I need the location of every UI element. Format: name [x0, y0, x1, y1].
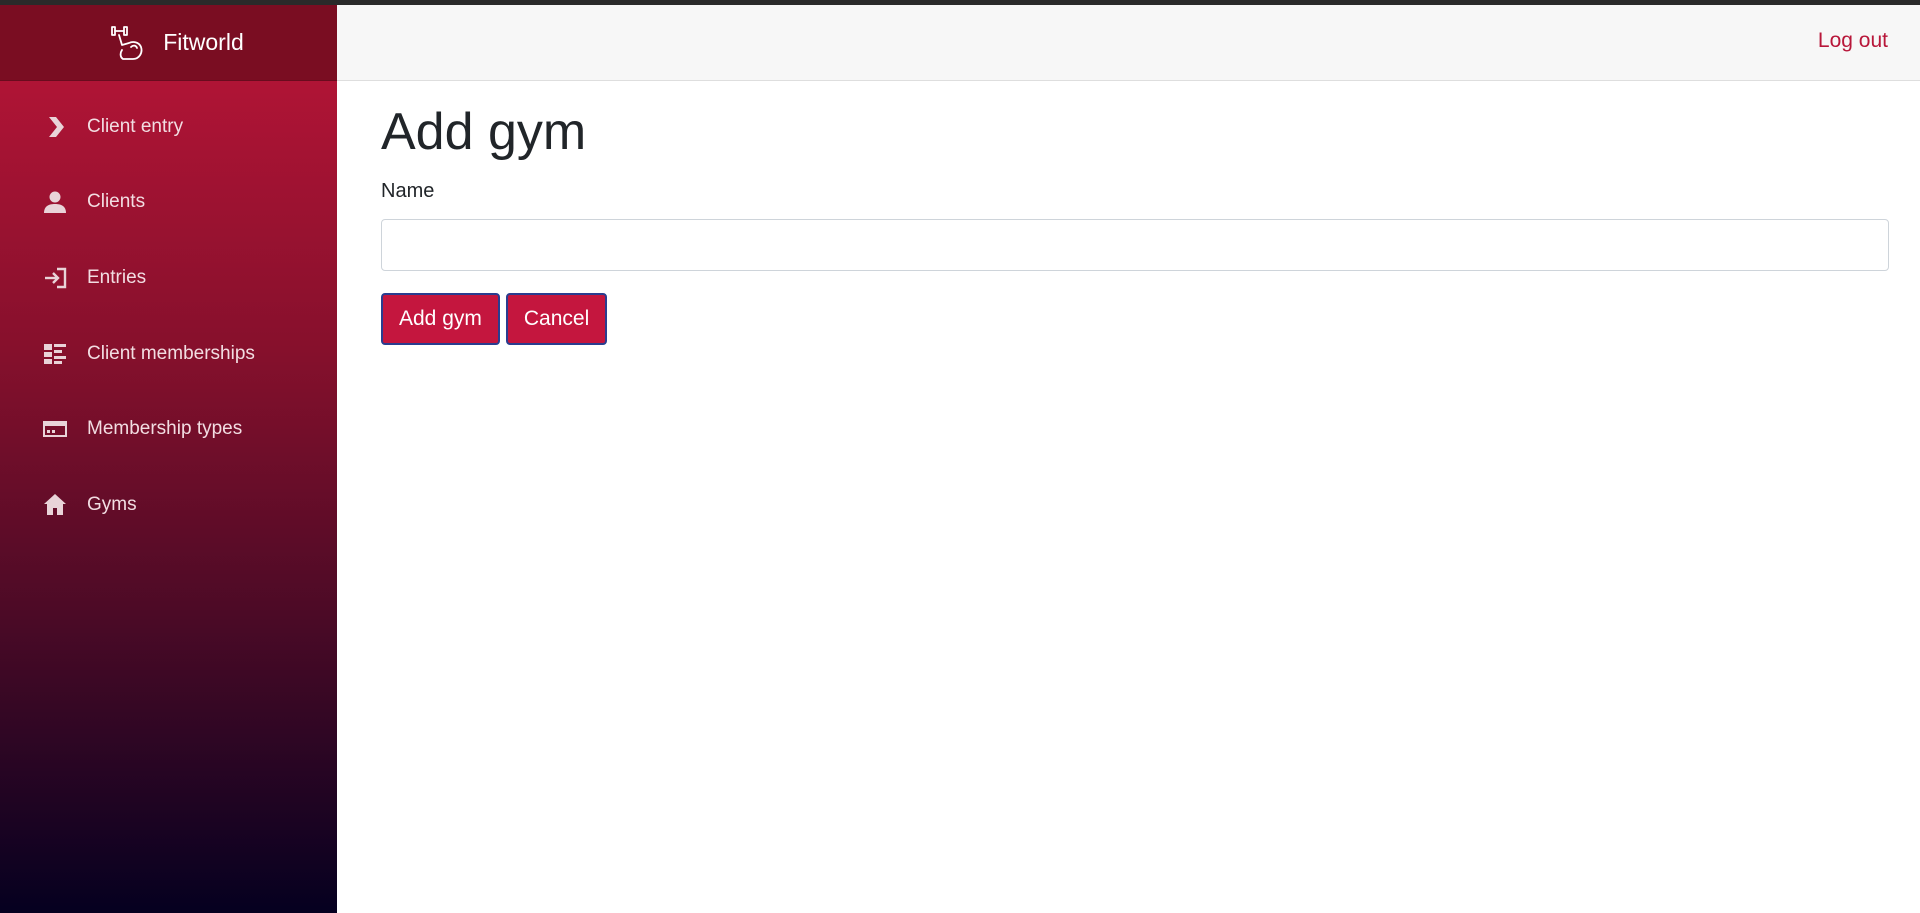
card-icon — [42, 416, 68, 442]
sidebar: Fitworld Client entry Clients Entries Cl… — [0, 5, 337, 913]
sidebar-item-label: Gyms — [87, 493, 137, 515]
page-title: Add gym — [381, 103, 587, 161]
sidebar-item-entries[interactable]: Entries — [0, 240, 337, 316]
dashboard-list-icon — [42, 341, 68, 367]
sidebar-item-label: Client entry — [87, 115, 184, 137]
top-header: Log out — [337, 5, 1920, 81]
logout-link[interactable]: Log out — [1818, 29, 1888, 53]
name-label: Name — [381, 180, 435, 203]
brand-name: Fitworld — [163, 29, 244, 55]
sidebar-item-client-memberships[interactable]: Client memberships — [0, 316, 337, 392]
form-actions: Add gym Cancel — [381, 293, 1889, 346]
home-icon — [42, 492, 68, 518]
name-input[interactable] — [381, 219, 1889, 272]
main-content: Add gym Name Add gym Cancel — [381, 81, 1889, 346]
sidebar-item-label: Entries — [87, 266, 147, 288]
login-icon — [42, 265, 68, 291]
sidebar-item-clients[interactable]: Clients — [0, 165, 337, 241]
add-gym-button[interactable]: Add gym — [381, 293, 500, 346]
sidebar-item-label: Clients — [87, 191, 146, 213]
brand[interactable]: Fitworld — [0, 5, 337, 81]
sidebar-item-client-entry[interactable]: Client entry — [0, 89, 337, 165]
sidebar-item-membership-types[interactable]: Membership types — [0, 391, 337, 467]
chevron-right-icon — [42, 114, 68, 140]
sidebar-item-gyms[interactable]: Gyms — [0, 467, 337, 543]
person-icon — [42, 189, 68, 215]
sidebar-item-label: Membership types — [87, 418, 243, 440]
cancel-button[interactable]: Cancel — [505, 293, 608, 346]
sidebar-item-label: Client memberships — [87, 342, 255, 364]
flexing-arm-icon — [109, 23, 149, 63]
sidebar-nav: Client entry Clients Entries Client memb… — [0, 81, 337, 543]
